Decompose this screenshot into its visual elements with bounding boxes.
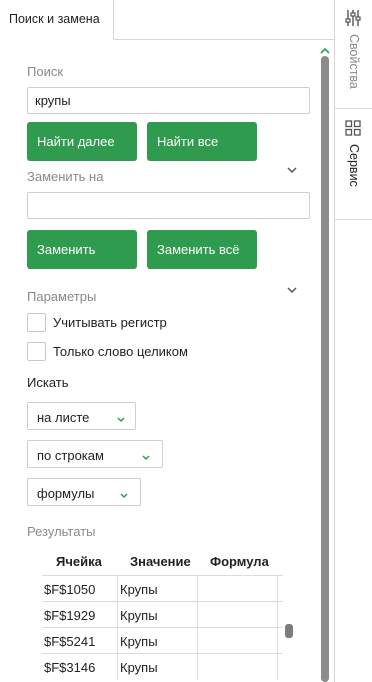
look-in-select[interactable]: формулы (27, 478, 141, 506)
direction-select[interactable]: по строкам (27, 440, 163, 468)
cell-formula (198, 576, 278, 602)
grid-icon (345, 120, 361, 139)
replace-label: Заменить на (27, 169, 104, 184)
panel-scrollbar-thumb[interactable] (321, 56, 329, 682)
scope-select-chevron-down-icon (116, 412, 126, 423)
find-all-button[interactable]: Найти все (147, 122, 257, 161)
cell-address: $F$5241 (42, 628, 118, 654)
search-in-label: Искать (27, 375, 69, 390)
results-label: Результаты (27, 524, 96, 539)
direction-select-value: по строкам (37, 448, 104, 463)
sliders-icon (345, 9, 361, 30)
cell-address: $F$1050 (42, 576, 118, 602)
tab-bar: Поиск и замена (0, 0, 335, 40)
sidebar-tab-properties[interactable]: Свойства (335, 0, 372, 109)
scroll-up-arrow-icon[interactable] (320, 43, 330, 54)
cell-address: $F$3146 (42, 654, 118, 680)
sidebar-tab-service[interactable]: Сервис (335, 110, 372, 220)
scope-select[interactable]: на листе (27, 402, 136, 430)
sidebar-properties-label: Свойства (347, 34, 361, 89)
cell-value: Крупы (118, 654, 198, 680)
scope-select-value: на листе (37, 410, 90, 425)
match-case-option[interactable]: Учитывать регистр (27, 313, 207, 333)
whole-word-checkbox[interactable] (27, 342, 46, 361)
match-case-label: Учитывать регистр (53, 315, 167, 330)
cell-formula (198, 628, 278, 654)
collapse-replace-chevron-down-icon[interactable] (285, 165, 299, 175)
params-label: Параметры (27, 289, 97, 304)
cell-address: $F$1929 (42, 602, 118, 628)
tab-search-replace[interactable]: Поиск и замена (0, 0, 114, 40)
right-sidebar: Свойства Сервис (335, 0, 372, 682)
cell-value: Крупы (118, 628, 198, 654)
look-in-select-chevron-down-icon (119, 488, 129, 499)
replace-all-button[interactable]: Заменить всё (147, 230, 257, 269)
table-row[interactable]: $F$5241 Крупы (42, 627, 283, 654)
cell-value: Крупы (118, 576, 198, 602)
table-row[interactable]: $F$3146 Крупы (42, 653, 283, 680)
tab-search-replace-label: Поиск и замена (9, 12, 100, 26)
find-next-button[interactable]: Найти далее (27, 122, 137, 161)
cell-value: Крупы (118, 602, 198, 628)
table-row[interactable]: $F$1929 Крупы (42, 601, 283, 628)
search-replace-panel: Поиск и замена Поиск крупы Найти далее Н… (0, 0, 335, 682)
direction-select-chevron-down-icon (141, 450, 151, 461)
replace-button[interactable]: Заменить (27, 230, 137, 269)
results-scrollbar-thumb[interactable] (285, 624, 293, 638)
whole-word-option[interactable]: Только слово целиком (27, 342, 227, 362)
replace-input[interactable] (27, 192, 310, 219)
match-case-checkbox[interactable] (27, 313, 46, 332)
search-input[interactable]: крупы (27, 87, 310, 114)
search-input-value: крупы (35, 93, 71, 108)
search-label: Поиск (27, 64, 64, 79)
panel-scrollbar[interactable] (321, 56, 329, 682)
whole-word-label: Только слово целиком (53, 344, 188, 359)
table-row[interactable]: $F$1050 Крупы (42, 575, 283, 602)
collapse-params-chevron-down-icon[interactable] (285, 285, 299, 295)
sidebar-service-label: Сервис (347, 144, 361, 187)
cell-formula (198, 654, 278, 680)
cell-formula (198, 602, 278, 628)
look-in-select-value: формулы (37, 486, 95, 501)
